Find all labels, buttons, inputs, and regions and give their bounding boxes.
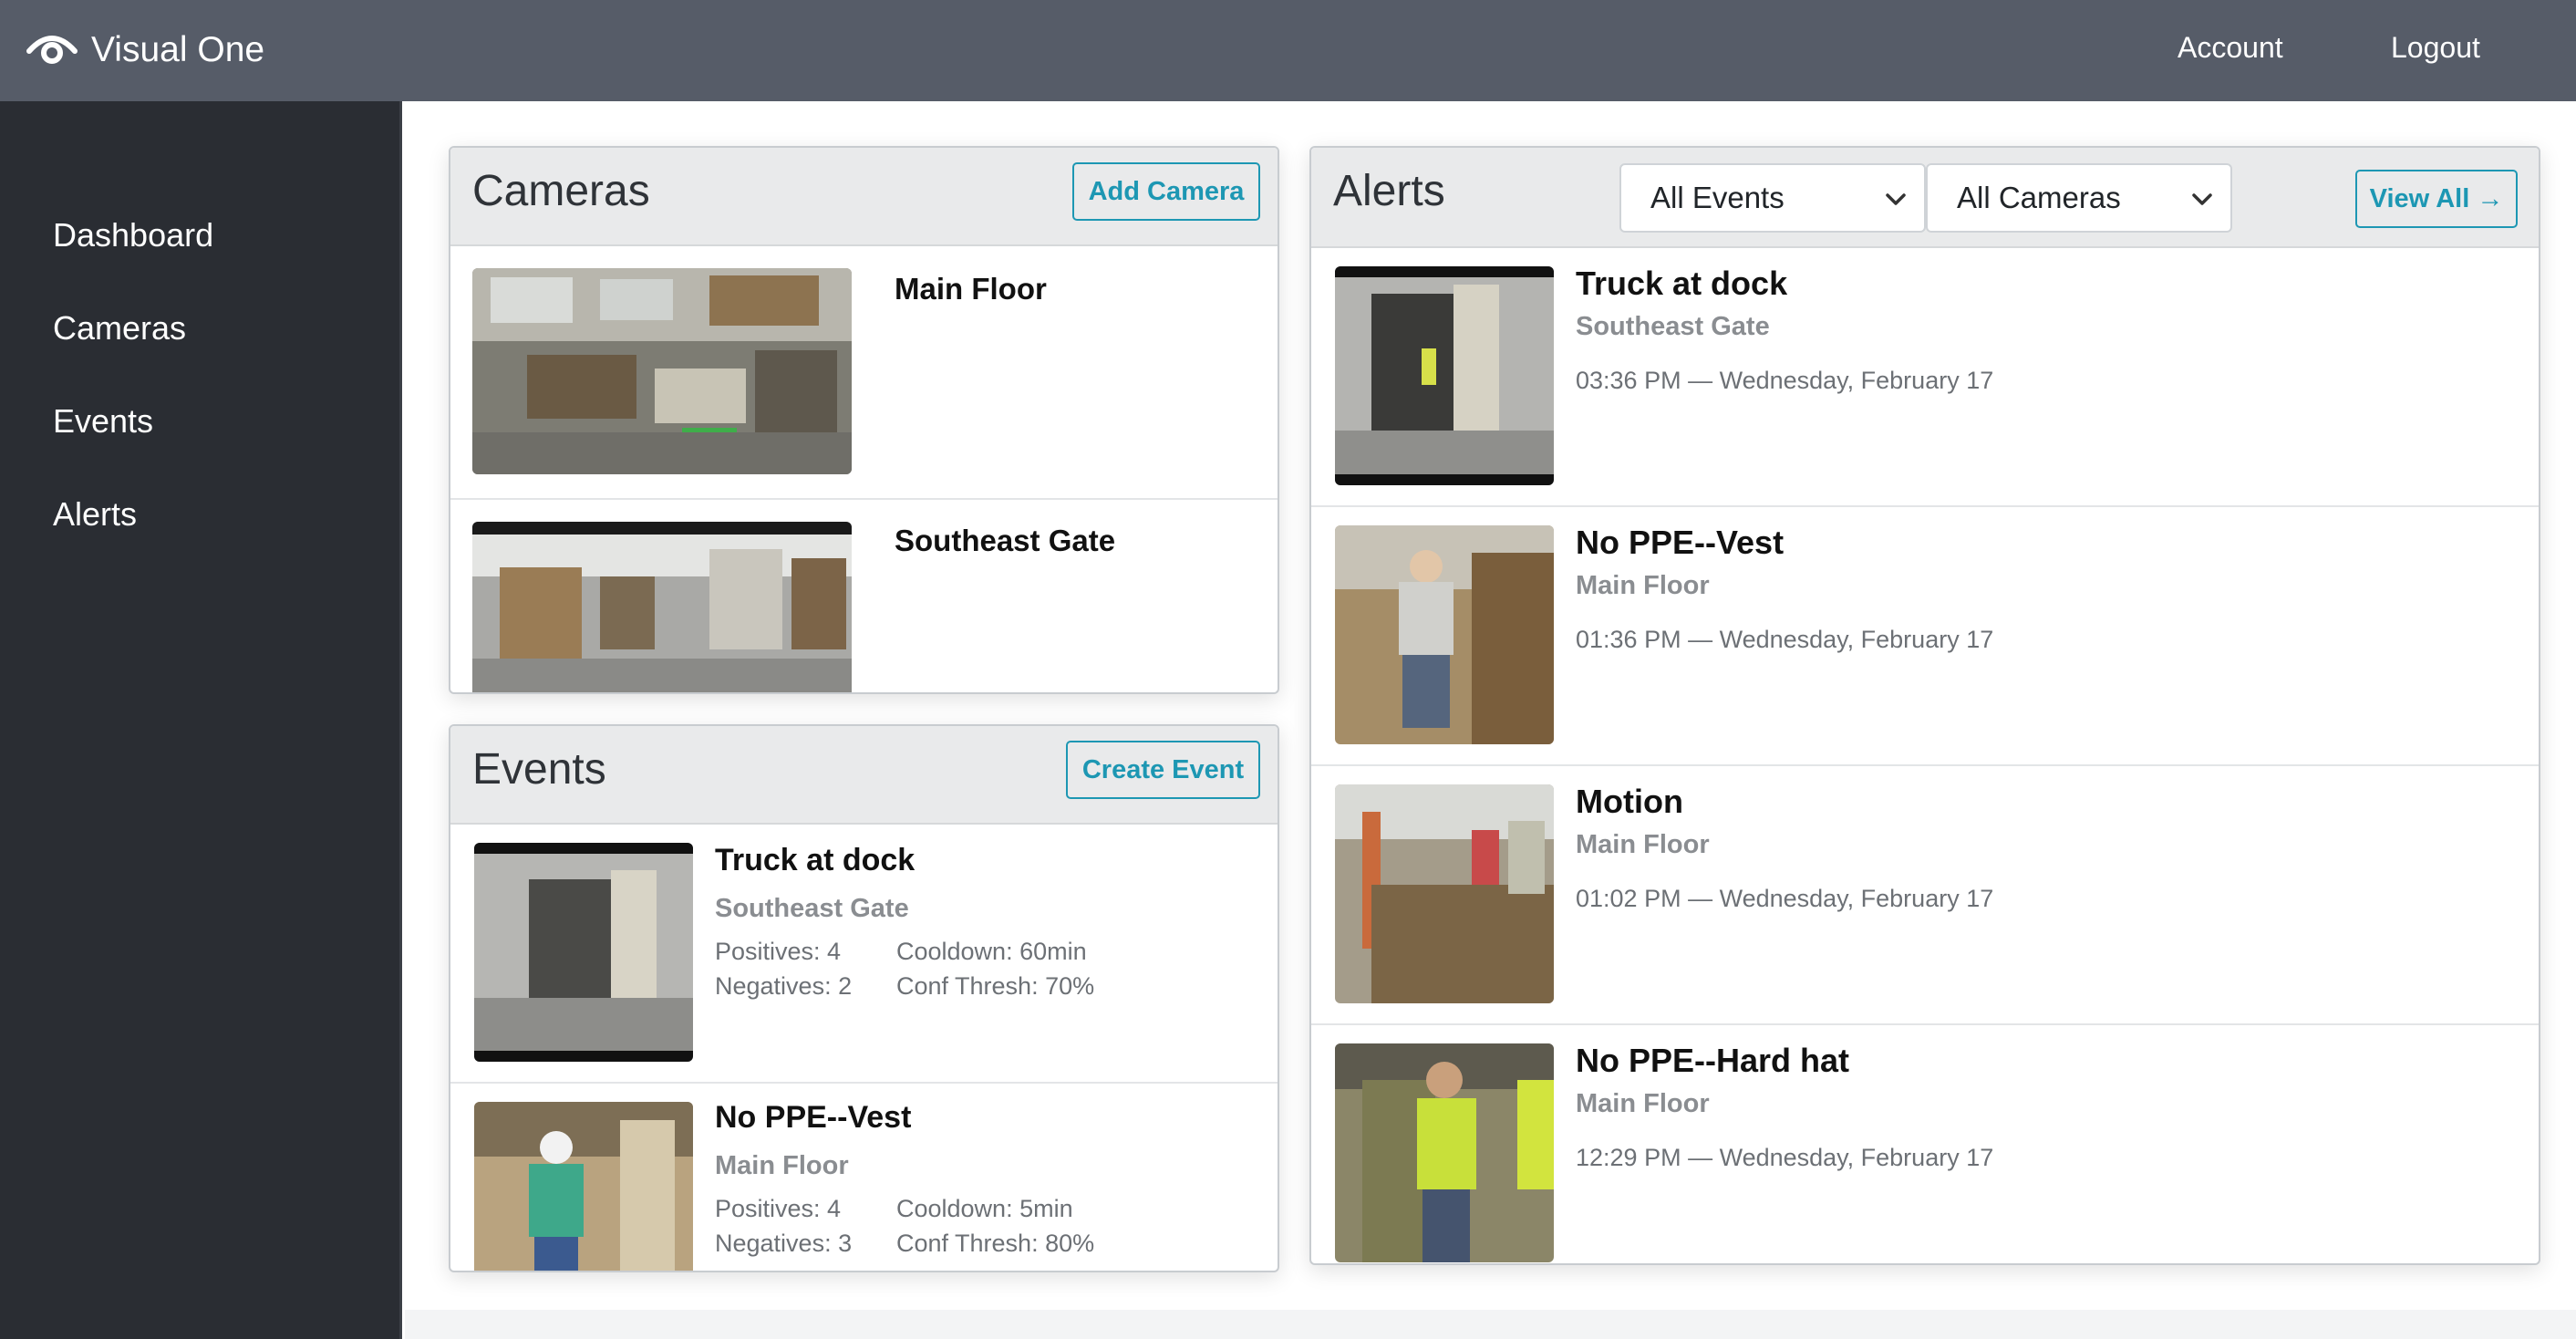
alert-camera: Main Floor xyxy=(1576,830,1710,859)
alert-row[interactable]: No PPE--Vest Main Floor 01:36 PM — Wedne… xyxy=(1311,507,2539,766)
sidebar: Dashboard Cameras Events Alerts xyxy=(0,101,402,1339)
event-title: No PPE--Vest xyxy=(715,1100,912,1135)
alert-time: 12:29 PM — Wednesday, February 17 xyxy=(1576,1144,1994,1171)
logout-link[interactable]: Logout xyxy=(2391,31,2480,65)
cameras-panel-header: Cameras Add Camera xyxy=(450,148,1278,246)
event-title: Truck at dock xyxy=(715,843,916,877)
camera-row[interactable]: Southeast Gate xyxy=(450,500,1278,692)
alert-camera: Southeast Gate xyxy=(1576,312,1770,341)
sidebar-item-alerts[interactable]: Alerts xyxy=(53,495,137,534)
camera-filter-select[interactable]: All Cameras xyxy=(1926,163,2232,233)
alerts-title: Alerts xyxy=(1333,167,1445,215)
camera-filter-value: All Cameras xyxy=(1957,181,2121,214)
camera-thumbnail[interactable] xyxy=(472,522,852,692)
alert-row[interactable]: Truck at dock Southeast Gate 03:36 PM — … xyxy=(1311,248,2539,507)
events-title: Events xyxy=(472,745,606,794)
event-camera: Southeast Gate xyxy=(715,894,909,923)
event-cooldown: Cooldown: 5min xyxy=(896,1195,1073,1222)
brand[interactable]: Visual One xyxy=(26,24,264,77)
alert-title: No PPE--Hard hat xyxy=(1576,1042,1850,1079)
event-thumbnail[interactable] xyxy=(474,1102,693,1271)
add-camera-button[interactable]: Add Camera xyxy=(1072,162,1260,221)
event-negatives: Negatives: 2 xyxy=(715,972,853,1000)
event-camera: Main Floor xyxy=(715,1151,849,1180)
alert-row[interactable]: No PPE--Hard hat Main Floor 12:29 PM — W… xyxy=(1311,1025,2539,1263)
camera-thumbnail[interactable] xyxy=(472,268,852,474)
camera-row[interactable]: Main Floor xyxy=(450,246,1278,500)
alert-time: 03:36 PM — Wednesday, February 17 xyxy=(1576,367,1994,394)
eye-icon xyxy=(26,36,78,64)
event-thumbnail[interactable] xyxy=(474,843,693,1062)
alert-thumbnail[interactable] xyxy=(1335,784,1554,1003)
account-link[interactable]: Account xyxy=(2178,31,2283,65)
alerts-panel-header: Alerts All Events All Cameras View All → xyxy=(1311,148,2539,248)
sidebar-item-dashboard[interactable]: Dashboard xyxy=(53,216,213,254)
top-navbar: Visual One Account Logout xyxy=(0,0,2576,101)
alert-camera: Main Floor xyxy=(1576,571,1710,600)
event-filter-select[interactable]: All Events xyxy=(1619,163,1926,233)
event-positives: Positives: 4 xyxy=(715,1195,842,1222)
alerts-panel: Alerts All Events All Cameras View All → xyxy=(1309,146,2540,1265)
alert-title: No PPE--Vest xyxy=(1576,524,1785,561)
event-filter-value: All Events xyxy=(1650,181,1785,214)
sidebar-item-events[interactable]: Events xyxy=(53,402,153,441)
events-panel: Events Create Event Truck at dock Southe… xyxy=(449,724,1279,1272)
view-all-button[interactable]: View All → xyxy=(2355,170,2518,228)
camera-name[interactable]: Southeast Gate xyxy=(895,524,1115,558)
alert-time: 01:02 PM — Wednesday, February 17 xyxy=(1576,885,1994,912)
event-row[interactable]: No PPE--Vest Main Floor Positives: 4 Neg… xyxy=(450,1084,1278,1271)
footer-strip xyxy=(405,1310,2576,1339)
alert-time: 01:36 PM — Wednesday, February 17 xyxy=(1576,626,1994,653)
event-positives: Positives: 4 xyxy=(715,938,842,965)
event-row[interactable]: Truck at dock Southeast Gate Positives: … xyxy=(450,825,1278,1084)
cameras-panel: Cameras Add Camera Main Floor Southeast … xyxy=(449,146,1279,694)
chevron-down-icon xyxy=(2192,193,2212,205)
event-conf-thresh: Conf Thresh: 70% xyxy=(896,972,1095,1000)
alert-thumbnail[interactable] xyxy=(1335,1043,1554,1262)
event-negatives: Negatives: 3 xyxy=(715,1230,853,1257)
alert-thumbnail[interactable] xyxy=(1335,525,1554,744)
brand-name: Visual One xyxy=(91,30,265,69)
camera-name[interactable]: Main Floor xyxy=(895,272,1047,306)
create-event-button[interactable]: Create Event xyxy=(1066,741,1260,799)
alert-camera: Main Floor xyxy=(1576,1089,1710,1118)
event-conf-thresh: Conf Thresh: 80% xyxy=(896,1230,1095,1257)
events-panel-header: Events Create Event xyxy=(450,726,1278,825)
alert-title: Motion xyxy=(1576,783,1683,820)
alert-title: Truck at dock xyxy=(1576,265,1788,302)
alert-thumbnail[interactable] xyxy=(1335,266,1554,485)
sidebar-item-cameras[interactable]: Cameras xyxy=(53,309,186,348)
alert-row[interactable]: Motion Main Floor 01:02 PM — Wednesday, … xyxy=(1311,766,2539,1025)
chevron-down-icon xyxy=(1886,193,1906,205)
cameras-title: Cameras xyxy=(472,167,650,215)
event-cooldown: Cooldown: 60min xyxy=(896,938,1087,965)
